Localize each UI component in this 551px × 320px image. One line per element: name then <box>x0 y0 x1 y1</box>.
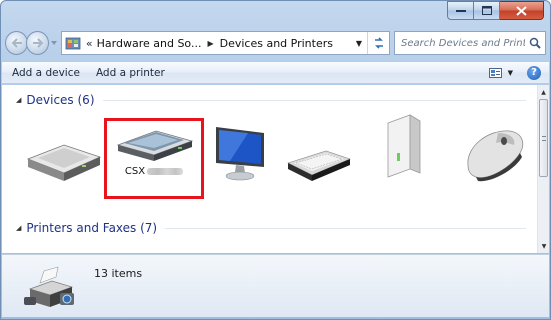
change-view-button[interactable]: ▼ <box>488 67 513 78</box>
add-device-button[interactable]: Add a device <box>6 65 86 81</box>
recent-pages-dropdown[interactable] <box>49 31 59 55</box>
group-header-printers[interactable]: ◢ Printers and Faxes (7) <box>16 221 526 235</box>
collapse-icon[interactable]: ◢ <box>16 224 21 232</box>
details-pane: 13 items <box>2 254 549 317</box>
maximize-icon <box>481 6 492 15</box>
selection-highlight <box>104 118 204 199</box>
refresh-icon <box>374 37 383 49</box>
search-box[interactable] <box>394 31 546 55</box>
search-icon[interactable] <box>525 37 545 49</box>
breadcrumb-hardware-and-sound[interactable]: Hardware and So... <box>97 37 202 50</box>
view-dropdown-arrow-icon[interactable]: ▼ <box>508 69 513 77</box>
back-arrow-icon <box>11 38 22 48</box>
address-history-dropdown[interactable]: ▼ <box>351 32 367 54</box>
device-keyboard[interactable] <box>286 149 352 183</box>
minimize-icon <box>455 9 466 12</box>
device-monitor[interactable] <box>210 123 268 183</box>
command-bar-right: ▼ ? <box>488 65 549 80</box>
breadcrumb-devices-and-printers[interactable]: Devices and Printers <box>220 37 333 50</box>
scroll-up-icon[interactable]: ▲ <box>538 85 549 99</box>
view-options-icon <box>488 67 502 78</box>
scroll-thumb[interactable] <box>539 99 548 177</box>
group-title-printers[interactable]: Printers and Faxes (7) <box>26 221 157 235</box>
navigation-bar: « Hardware and So... ▶ Devices and Print… <box>5 28 546 58</box>
address-overflow-chevron[interactable]: « <box>86 37 93 50</box>
breadcrumb-separator-icon[interactable]: ▶ <box>207 39 213 48</box>
help-icon[interactable]: ? <box>527 65 541 80</box>
external-drive-icon <box>26 144 102 181</box>
tower-drive-icon <box>387 114 421 178</box>
search-input[interactable] <box>401 37 525 49</box>
device-list: ◢ Devices (6) CSX ◢ Printers and Faxes (… <box>2 85 549 253</box>
devices-and-printers-icon <box>24 266 74 307</box>
command-bar: Add a device Add a printer ▼ ? <box>2 61 549 84</box>
mouse-icon <box>467 130 524 182</box>
forward-button[interactable] <box>26 31 50 55</box>
group-divider <box>102 99 526 101</box>
device-mouse[interactable] <box>458 123 528 183</box>
group-header-devices[interactable]: ◢ Devices (6) <box>16 93 526 107</box>
window-frame: « Hardware and So... ▶ Devices and Print… <box>0 0 551 320</box>
collapse-icon[interactable]: ◢ <box>16 96 21 104</box>
device-tower-drive[interactable] <box>382 113 426 179</box>
item-count: 13 items <box>94 267 143 280</box>
address-bar[interactable]: « Hardware and So... ▶ Devices and Print… <box>60 31 390 55</box>
add-printer-button[interactable]: Add a printer <box>90 65 171 81</box>
close-icon <box>516 5 527 16</box>
close-button[interactable] <box>500 1 544 20</box>
vertical-scrollbar[interactable]: ▲ ▼ <box>537 85 549 253</box>
group-title-devices[interactable]: Devices (6) <box>26 93 94 107</box>
keyboard-icon <box>287 150 351 181</box>
scroll-down-icon[interactable]: ▼ <box>538 239 550 253</box>
back-button[interactable] <box>5 31 29 55</box>
monitor-icon <box>216 127 264 181</box>
chevron-down-icon <box>51 41 58 45</box>
maximize-button[interactable] <box>474 1 500 20</box>
refresh-button[interactable] <box>367 32 389 54</box>
caption-buttons <box>447 1 544 20</box>
device-external-drive[interactable] <box>24 135 102 184</box>
control-panel-icon <box>65 37 81 50</box>
forward-arrow-icon <box>32 38 44 48</box>
group-divider <box>165 227 526 229</box>
scroll-grip <box>542 136 546 141</box>
minimize-button[interactable] <box>447 1 474 20</box>
